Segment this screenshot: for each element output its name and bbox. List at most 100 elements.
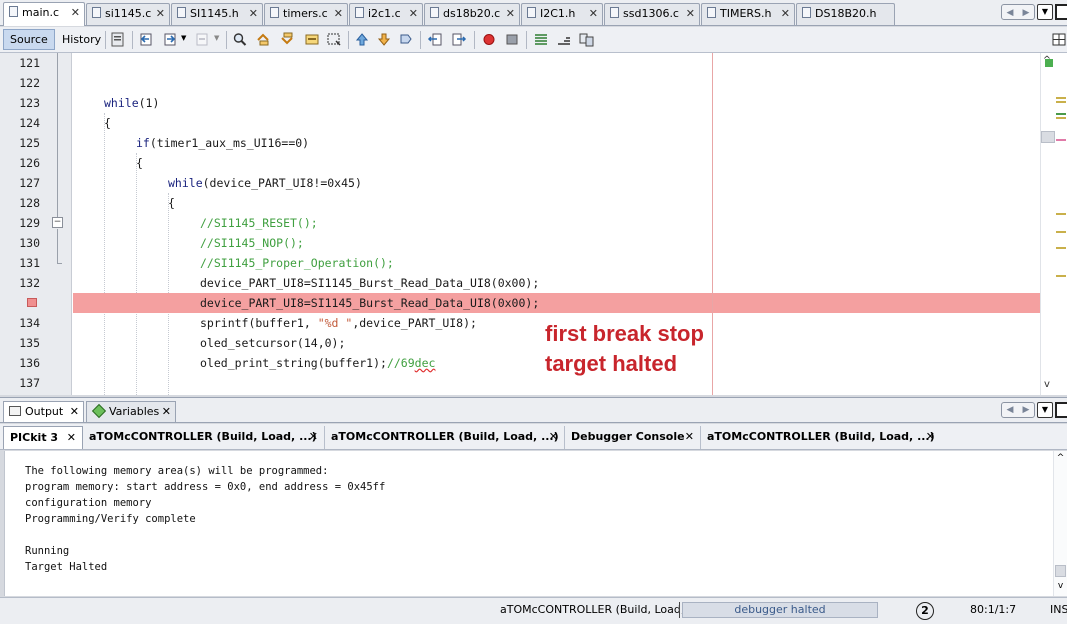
line-number: 135 — [19, 336, 40, 350]
toolbar-divider — [132, 31, 133, 49]
code-line-126: { — [136, 156, 143, 170]
close-tab-icon[interactable]: ✕ — [506, 4, 515, 24]
file-tab-strip: main.c ✕ si1145.c ✕ SI1145.h ✕ timers.c ✕ i2… — [0, 0, 1067, 26]
file-tab-ssd1306-c[interactable]: ssd1306.c ✕ — [604, 3, 700, 25]
annotation-stripe[interactable] — [1056, 113, 1066, 115]
next-bookmark-icon[interactable] — [376, 32, 392, 47]
last-edit-icon[interactable] — [110, 32, 126, 47]
scroll-thumb[interactable] — [1041, 131, 1055, 143]
annotation-stripe[interactable] — [1056, 213, 1066, 215]
tab-output[interactable]: Output ✕ — [3, 401, 84, 422]
annotation-stripe[interactable] — [1056, 275, 1066, 277]
annotation-stripe[interactable] — [1056, 247, 1066, 249]
toggle-highlight-icon[interactable] — [304, 32, 320, 47]
close-tab-icon[interactable]: ✕ — [686, 4, 695, 24]
close-tab-icon[interactable]: ✕ — [409, 4, 418, 24]
previous-bookmark-icon[interactable] — [354, 32, 370, 47]
code-line-125: if(timer1_aux_ms_UI16==0) — [136, 136, 310, 150]
tab-variables[interactable]: Variables ✕ — [86, 401, 176, 422]
file-tab-timers-c[interactable]: timers.c ✕ — [264, 3, 348, 25]
source-view-button[interactable]: Source — [3, 29, 55, 50]
close-tab-icon[interactable]: ✕ — [249, 4, 258, 24]
panel-tab-list-dropdown-icon[interactable]: ▼ — [1037, 402, 1053, 418]
code-line-131-comment: //SI1145_Proper_Operation(); — [200, 256, 394, 270]
rect-selection-icon[interactable] — [326, 32, 342, 47]
output-tab-pickit3[interactable]: PICkit 3 ✕ — [3, 426, 83, 449]
tab-scroll-arrows[interactable]: ◀ ▶ — [1001, 4, 1035, 20]
close-tab-icon[interactable]: ✕ — [70, 402, 79, 421]
annotation-stripe[interactable] — [1056, 231, 1066, 233]
notifications-icon[interactable]: 2 — [916, 602, 934, 620]
dropdown-arrow-icon[interactable]: ▼ — [181, 34, 186, 42]
output-line: program memory: start address = 0x0, end… — [25, 481, 386, 493]
close-tab-icon[interactable]: ✕ — [71, 3, 80, 23]
maximize-window-icon[interactable] — [1055, 4, 1067, 20]
editor-scrollbar[interactable]: ^ v — [1040, 53, 1067, 395]
annotation-stripe[interactable] — [1056, 97, 1066, 99]
file-tab-main-c[interactable]: main.c ✕ — [3, 2, 85, 26]
toggle-bookmark-icon[interactable] — [398, 32, 414, 47]
close-tab-icon[interactable]: ✕ — [309, 426, 318, 448]
forward-icon[interactable] — [162, 32, 178, 47]
close-tab-icon[interactable]: ✕ — [67, 427, 76, 449]
shift-left-icon[interactable] — [427, 32, 443, 47]
close-tab-icon[interactable]: ✕ — [781, 4, 790, 24]
diff-icon[interactable] — [579, 32, 595, 47]
file-tab-si1145-c[interactable]: si1145.c ✕ — [86, 3, 170, 25]
indent-guide — [136, 153, 137, 395]
stop-macro-recording-icon[interactable] — [504, 32, 520, 47]
output-tab-build-1[interactable]: aTOMcCONTROLLER (Build, Load, ...) #2✕ — [83, 426, 325, 465]
file-tab-ds18b20-c[interactable]: ds18b20.c ✕ — [424, 3, 520, 25]
find-previous-icon[interactable] — [256, 32, 272, 47]
file-tab-i2c1-h[interactable]: I2C1.h ✕ — [521, 3, 603, 25]
line-number-gutter[interactable]: 121 122 123 124 125 126 127 128 129 130 … — [0, 53, 72, 395]
find-next-icon[interactable] — [280, 32, 296, 47]
uncomment-icon[interactable] — [556, 32, 572, 47]
code-editor[interactable]: 121 122 123 124 125 126 127 128 129 130 … — [0, 53, 1067, 395]
scroll-up-icon[interactable]: ^ — [1054, 453, 1067, 463]
h-file-icon — [707, 7, 716, 18]
file-tab-si1145-h[interactable]: SI1145.h ✕ — [171, 3, 263, 25]
file-tab-ds18b20-h[interactable]: DS18B20.h — [796, 3, 895, 25]
h-file-icon — [802, 7, 811, 18]
scroll-right-icon[interactable]: ▶ — [1018, 6, 1034, 20]
scroll-left-icon[interactable]: ◀ — [1002, 403, 1018, 417]
output-tab-build-3[interactable]: aTOMcCONTROLLER (Build, Load, ...) #2✕ — [701, 426, 941, 465]
panel-tab-scroll-arrows[interactable]: ◀ ▶ — [1001, 402, 1035, 418]
back-icon[interactable] — [138, 32, 154, 47]
comment-icon[interactable] — [533, 32, 549, 47]
start-macro-recording-icon[interactable] — [481, 32, 497, 47]
c-file-icon — [430, 7, 439, 18]
file-tab-i2c1-c[interactable]: i2c1.c ✕ — [349, 3, 423, 25]
status-task-label[interactable]: aTOMcCONTROLLER (Build, Load, ...) — [500, 603, 703, 616]
annotation-stripe[interactable] — [1056, 101, 1066, 103]
collapse-fold-icon[interactable]: − — [52, 217, 63, 228]
tab-list-dropdown-icon[interactable]: ▼ — [1037, 4, 1053, 20]
scroll-down-icon[interactable]: v — [1054, 581, 1067, 591]
annotation-stripe[interactable] — [1056, 117, 1066, 119]
close-tab-icon[interactable]: ✕ — [926, 426, 935, 448]
find-icon[interactable] — [232, 32, 248, 47]
shift-right-icon[interactable] — [451, 32, 467, 47]
scroll-left-icon[interactable]: ◀ — [1002, 6, 1018, 20]
annotation-stripe[interactable] — [1056, 139, 1066, 141]
close-tab-icon[interactable]: ✕ — [549, 426, 558, 448]
output-tab-debugger-console[interactable]: Debugger Console ✕ — [565, 426, 701, 449]
maximize-panel-icon[interactable] — [1055, 402, 1067, 418]
close-tab-icon[interactable]: ✕ — [589, 4, 598, 24]
close-tab-icon[interactable]: ✕ — [156, 4, 165, 24]
close-tab-icon[interactable]: ✕ — [334, 4, 343, 24]
scroll-right-icon[interactable]: ▶ — [1018, 403, 1034, 417]
scroll-down-icon[interactable]: v — [1041, 379, 1053, 390]
breakpoint-marker-icon[interactable] — [27, 298, 37, 307]
close-tab-icon[interactable]: ✕ — [685, 426, 694, 448]
output-tab-build-2[interactable]: aTOMcCONTROLLER (Build, Load, ...) #2✕ — [325, 426, 565, 465]
split-view-icon[interactable] — [1051, 32, 1067, 47]
close-tab-icon[interactable]: ✕ — [162, 402, 171, 421]
output-console[interactable]: The following memory area(s) will be pro… — [4, 451, 1067, 596]
history-view-button[interactable]: History — [55, 29, 108, 50]
output-scrollbar[interactable]: ^ v — [1053, 451, 1067, 596]
c-file-icon — [355, 7, 364, 18]
file-tab-timers-h[interactable]: TIMERS.h ✕ — [701, 3, 795, 25]
scroll-thumb[interactable] — [1055, 565, 1066, 577]
